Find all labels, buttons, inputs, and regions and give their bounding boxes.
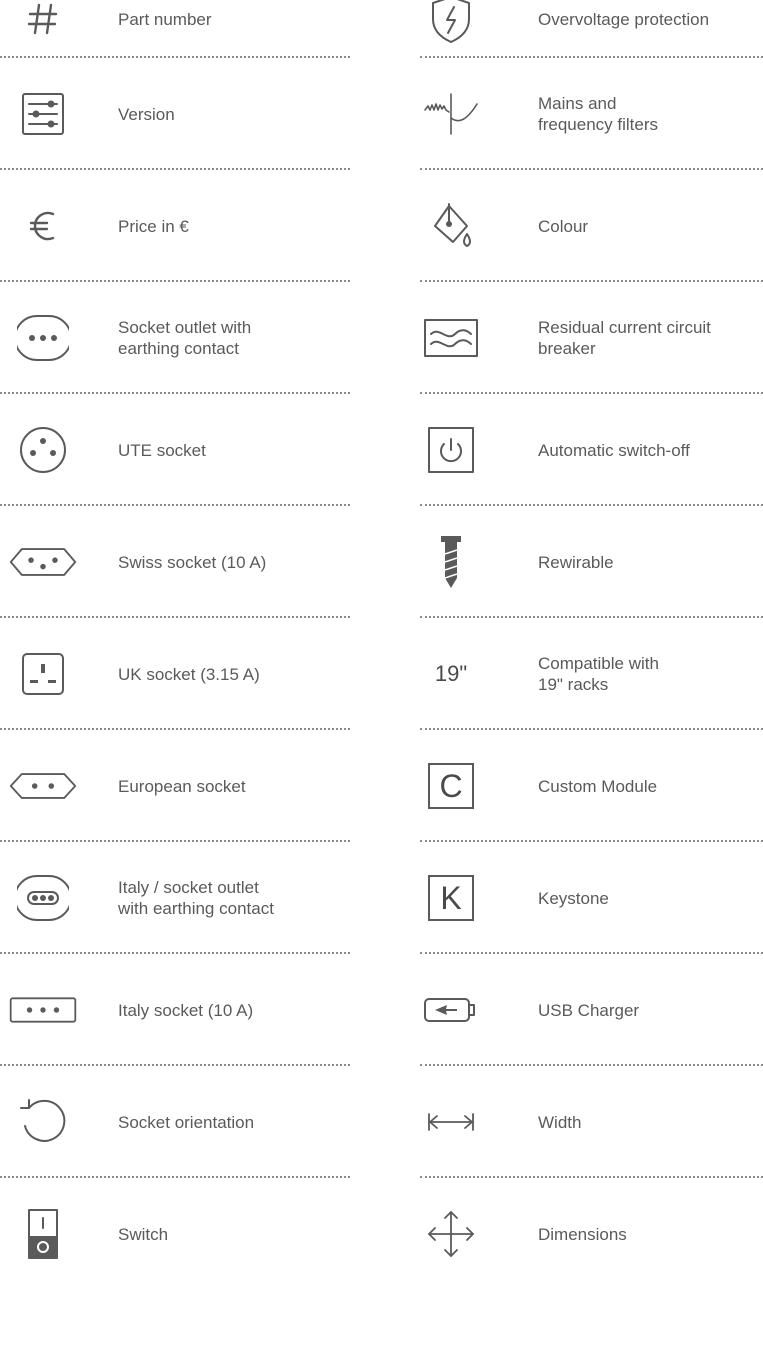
legend-row: Socket orientation [0, 1086, 350, 1198]
legend-label: Automatic switch-off [538, 440, 690, 460]
legend-row: Price in € [0, 190, 350, 302]
icon-legend: Part number Version Price in € Socket ou… [0, 0, 763, 1355]
legend-label: Width [538, 1112, 582, 1132]
legend-row: Version [0, 78, 350, 190]
legend-label: Swiss socket (10 A) [118, 552, 267, 572]
legend-label: Italy socket (10 A) [118, 1000, 254, 1020]
legend-label: UTE socket [118, 440, 206, 460]
legend-label: Residual current circuit breaker [538, 318, 711, 358]
letter-c-box: C [428, 763, 474, 809]
legend-row: UK socket (3.15 A) [0, 638, 350, 750]
legend-row: Italy socket (10 A) [0, 974, 350, 1086]
rack-19-icon: 19" [434, 661, 468, 686]
legend-row: K Keystone [420, 862, 763, 974]
legend-label: Dimensions [538, 1224, 627, 1244]
legend-label: USB Charger [538, 1000, 640, 1020]
legend-row: Italy / socket outlet with earthing cont… [0, 862, 350, 974]
legend-label: Italy / socket outlet with earthing cont… [118, 878, 274, 918]
uk-socket-icon [8, 644, 78, 704]
legend-row: USB Charger [420, 974, 763, 1086]
legend-label: Overvoltage protection [538, 9, 710, 29]
legend-row: Width [420, 1086, 763, 1198]
legend-label: Version [118, 104, 175, 124]
legend-label: Price in € [118, 216, 189, 236]
legend-row: Part number [0, 0, 350, 78]
rotate-icon [8, 1092, 78, 1152]
legend-row: Mains and frequency filters [420, 78, 763, 190]
legend-row: UTE socket [0, 414, 350, 526]
paint-bucket-icon [420, 196, 482, 256]
legend-label: Custom Module [538, 776, 658, 796]
sliders-icon [8, 84, 78, 144]
legend-label: Part number [118, 9, 212, 29]
ute-socket-icon [8, 420, 78, 480]
width-arrow-icon [420, 1092, 482, 1152]
usb-charger-icon [420, 980, 482, 1040]
legend-row: Switch [0, 1198, 350, 1310]
european-socket-icon [8, 756, 78, 816]
shield-lightning-icon [420, 0, 482, 49]
legend-label: Colour [538, 216, 589, 236]
swiss-socket-icon [8, 532, 78, 592]
legend-row: Overvoltage protection [420, 0, 763, 78]
legend-row: Automatic switch-off [420, 414, 763, 526]
screw-icon [420, 532, 482, 592]
euro-icon [8, 196, 78, 256]
schuko-socket-icon [8, 308, 78, 368]
legend-row: 19" Compatible with 19" racks [420, 638, 763, 750]
power-button-icon [420, 420, 482, 480]
legend-label: Keystone [538, 888, 609, 908]
legend-row: C Custom Module [420, 750, 763, 862]
legend-label: Switch [118, 1224, 169, 1244]
italy-schuko-socket-icon [8, 868, 78, 928]
hash-icon [8, 0, 78, 49]
legend-label: Compatible with 19" racks [538, 654, 659, 694]
legend-row: Dimensions [420, 1198, 763, 1310]
legend-row: Residual current circuit breaker [420, 302, 763, 414]
legend-label: UK socket (3.15 A) [118, 664, 260, 684]
letter-c-icon: C [420, 756, 482, 816]
legend-label: Socket outlet with earthing contact [118, 318, 252, 358]
switch-icon [8, 1204, 78, 1264]
legend-label: Socket orientation [118, 1112, 255, 1132]
rcd-wave-icon [420, 308, 482, 368]
legend-row: Swiss socket (10 A) [0, 526, 350, 638]
legend-row: European socket [0, 750, 350, 862]
letter-k-icon: K [420, 868, 482, 928]
legend-label: Rewirable [538, 552, 614, 572]
legend-label: Mains and frequency filters [538, 94, 658, 134]
legend-column-left: Part number Version Price in € Socket ou… [0, 0, 350, 1310]
filter-wave-icon [420, 84, 482, 144]
legend-column-right: Overvoltage protection Mains and frequen… [420, 0, 763, 1310]
legend-row: Colour [420, 190, 763, 302]
italy-socket-icon [8, 980, 78, 1040]
letter-k-box: K [428, 875, 474, 921]
dimensions-arrows-icon [420, 1204, 482, 1264]
legend-row: Rewirable [420, 526, 763, 638]
legend-label: European socket [118, 776, 246, 796]
legend-row: Socket outlet with earthing contact [0, 302, 350, 414]
